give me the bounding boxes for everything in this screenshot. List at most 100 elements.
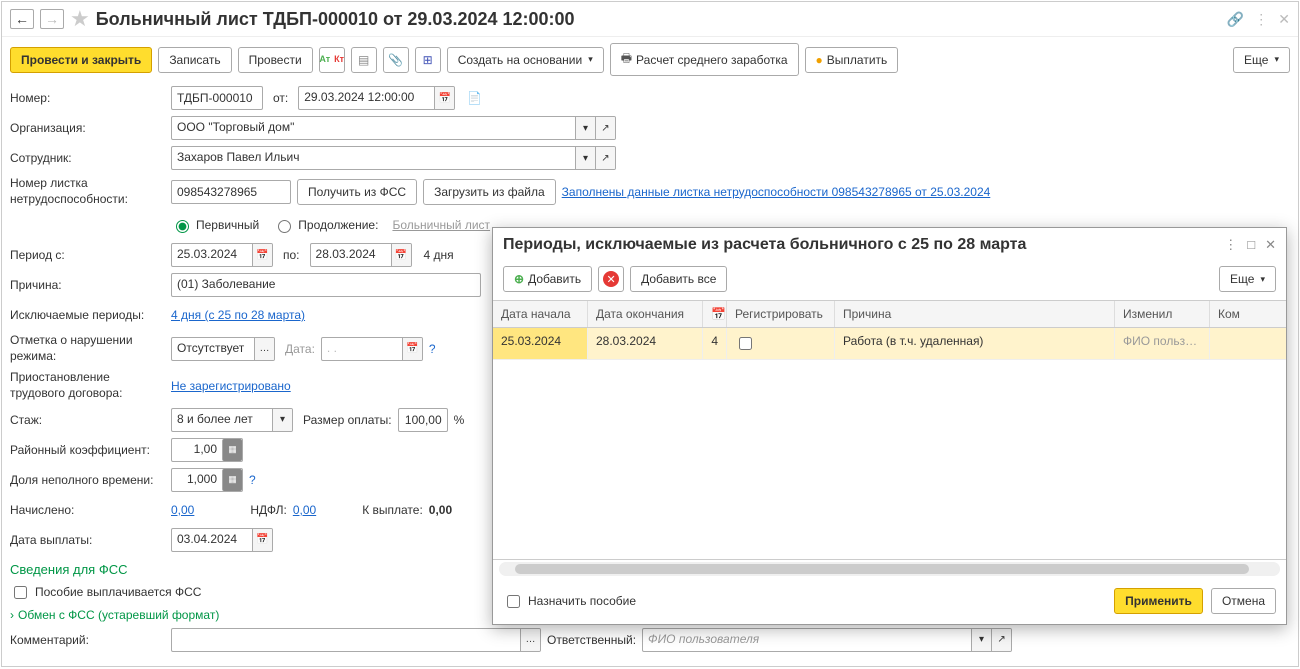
cell-changed[interactable]: ФИО польз…	[1115, 328, 1210, 359]
calculator-icon[interactable]: ▦	[222, 469, 242, 491]
kebab-icon[interactable]: ⋮	[1224, 237, 1237, 253]
load-file-button[interactable]: Загрузить из файла	[423, 179, 556, 205]
not-registered-link[interactable]: Не зарегистрировано	[171, 379, 291, 393]
org-label: Организация:	[10, 121, 165, 135]
district-label: Районный коэффициент:	[10, 443, 165, 457]
violation-date-field[interactable]: . . 📅	[321, 337, 423, 361]
cell-register[interactable]	[727, 328, 835, 359]
col-comment[interactable]: Ком	[1210, 301, 1286, 327]
forward-button[interactable]: →	[40, 9, 64, 29]
dtkt-icon[interactable]: АтКт	[319, 47, 345, 73]
cell-comment[interactable]	[1210, 328, 1286, 359]
help-icon[interactable]: ?	[249, 473, 256, 487]
maximize-icon[interactable]: □	[1247, 237, 1255, 253]
cell-days[interactable]: 4	[703, 328, 727, 359]
period-to-field[interactable]: 28.03.2024 📅	[310, 243, 412, 267]
window-title: Больничный лист ТДБП-000010 от 29.03.202…	[96, 9, 1221, 30]
parttime-field[interactable]: 1,000 ▦	[171, 468, 243, 492]
calendar-icon[interactable]: 📅	[402, 338, 422, 360]
responsible-field[interactable]: ФИО пользователя ▾ ↗	[642, 628, 1012, 652]
violation-field[interactable]: Отсутствует …	[171, 337, 275, 361]
open-icon[interactable]: ↗	[595, 117, 615, 139]
org-field[interactable]: ООО "Торговый дом" ▾ ↗	[171, 116, 616, 140]
help-icon[interactable]: ?	[429, 342, 436, 356]
delete-button[interactable]: ✕	[598, 266, 624, 292]
period-from-label: Период с:	[10, 248, 165, 262]
structure-icon[interactable]: ⊞	[415, 47, 441, 73]
calendar-icon[interactable]: 📅	[252, 529, 272, 551]
back-button[interactable]: ←	[10, 9, 34, 29]
get-fss-button[interactable]: Получить из ФСС	[297, 179, 417, 205]
pay-date-field[interactable]: 03.04.2024 📅	[171, 528, 273, 552]
periods-table: Дата начала Дата окончания 📅 Регистриров…	[493, 300, 1286, 560]
open-icon[interactable]: ↗	[991, 629, 1011, 651]
attach-icon[interactable]: 📎	[383, 47, 409, 73]
favorite-star-icon[interactable]: ★	[70, 6, 90, 32]
col-days-icon[interactable]: 📅	[703, 301, 727, 327]
cell-reason[interactable]: Работа (в т.ч. удаленная)	[835, 328, 1115, 359]
link-icon[interactable]: 🔗	[1227, 11, 1244, 28]
ndfl-link[interactable]: 0,00	[293, 503, 316, 517]
save-button[interactable]: Записать	[158, 47, 231, 73]
sick-leave-link: Больничный лист	[392, 218, 490, 232]
post-close-button[interactable]: Провести и закрыть	[10, 47, 152, 73]
calendar-icon[interactable]: 📅	[391, 244, 411, 266]
cell-start[interactable]: 25.03.2024	[493, 328, 588, 359]
period-from-field[interactable]: 25.03.2024 📅	[171, 243, 273, 267]
close-window-icon[interactable]: ✕	[1278, 11, 1290, 28]
calendar-icon[interactable]: 📅	[252, 244, 272, 266]
col-register[interactable]: Регистрировать	[727, 301, 835, 327]
coin-icon: ●	[816, 53, 823, 67]
district-field[interactable]: 1,00 ▦	[171, 438, 243, 462]
dropdown-icon[interactable]: ▾	[272, 409, 292, 431]
dropdown-icon[interactable]: ▾	[575, 147, 595, 169]
ellipsis-icon[interactable]: …	[520, 629, 540, 651]
continuation-radio[interactable]: Продолжение:	[273, 217, 378, 233]
col-changed[interactable]: Изменил	[1115, 301, 1210, 327]
dropdown-icon[interactable]: ▾	[575, 117, 595, 139]
cert-number-label: Номер листка нетрудоспособности:	[10, 176, 165, 207]
calendar-icon[interactable]: 📅	[434, 87, 454, 109]
report-icon[interactable]: ▤	[351, 47, 377, 73]
table-row[interactable]: 25.03.2024 28.03.2024 4 Работа (в т.ч. у…	[493, 328, 1286, 360]
calculator-icon[interactable]: ▦	[222, 439, 242, 461]
reason-field[interactable]: (01) Заболевание	[171, 273, 481, 297]
cert-data-link[interactable]: Заполнены данные листка нетрудоспособнос…	[562, 185, 991, 199]
kebab-icon[interactable]: ⋮	[1254, 11, 1268, 28]
more-button[interactable]: Еще	[1233, 47, 1290, 73]
close-icon[interactable]: ✕	[1265, 237, 1276, 253]
number-field[interactable]: ТДБП-000010	[171, 86, 263, 110]
modal-more-button[interactable]: Еще	[1219, 266, 1276, 292]
cancel-button[interactable]: Отмена	[1211, 588, 1276, 614]
col-start[interactable]: Дата начала	[493, 301, 588, 327]
reason-label: Причина:	[10, 278, 165, 292]
excl-periods-link[interactable]: 4 дня (с 25 по 28 марта)	[171, 308, 305, 322]
seniority-field[interactable]: 8 и более лет ▾	[171, 408, 293, 432]
accrued-link[interactable]: 0,00	[171, 503, 194, 517]
cert-number-field[interactable]: 098543278965	[171, 180, 291, 204]
pay-date-label: Дата выплаты:	[10, 533, 165, 547]
assign-benefit-checkbox[interactable]: Назначить пособие	[503, 592, 636, 611]
comment-field[interactable]: …	[171, 628, 541, 652]
col-reason[interactable]: Причина	[835, 301, 1115, 327]
add-all-button[interactable]: Добавить все	[630, 266, 727, 292]
apply-button[interactable]: Применить	[1114, 588, 1203, 614]
create-based-button[interactable]: Создать на основании	[447, 47, 604, 73]
employee-field[interactable]: Захаров Павел Ильич ▾ ↗	[171, 146, 616, 170]
col-end[interactable]: Дата окончания	[588, 301, 703, 327]
add-button[interactable]: ⊕Добавить	[503, 266, 592, 292]
register-checkbox[interactable]	[739, 337, 752, 350]
pay-rate-field[interactable]: 100,00	[398, 408, 448, 432]
avg-calc-button[interactable]: 🖶Расчет среднего заработка	[610, 43, 799, 76]
date-field[interactable]: 29.03.2024 12:00:00 📅	[298, 86, 455, 110]
horizontal-scrollbar[interactable]	[499, 562, 1280, 576]
ellipsis-icon[interactable]: …	[254, 338, 274, 360]
dropdown-icon[interactable]: ▾	[971, 629, 991, 651]
excluded-periods-modal: Периоды, исключаемые из расчета больничн…	[492, 227, 1287, 625]
post-button[interactable]: Провести	[238, 47, 313, 73]
cell-end[interactable]: 28.03.2024	[588, 328, 703, 359]
primary-radio[interactable]: Первичный	[171, 217, 259, 233]
new-doc-icon[interactable]: 📄	[467, 91, 482, 105]
pay-button[interactable]: ●Выплатить	[805, 47, 899, 73]
open-icon[interactable]: ↗	[595, 147, 615, 169]
